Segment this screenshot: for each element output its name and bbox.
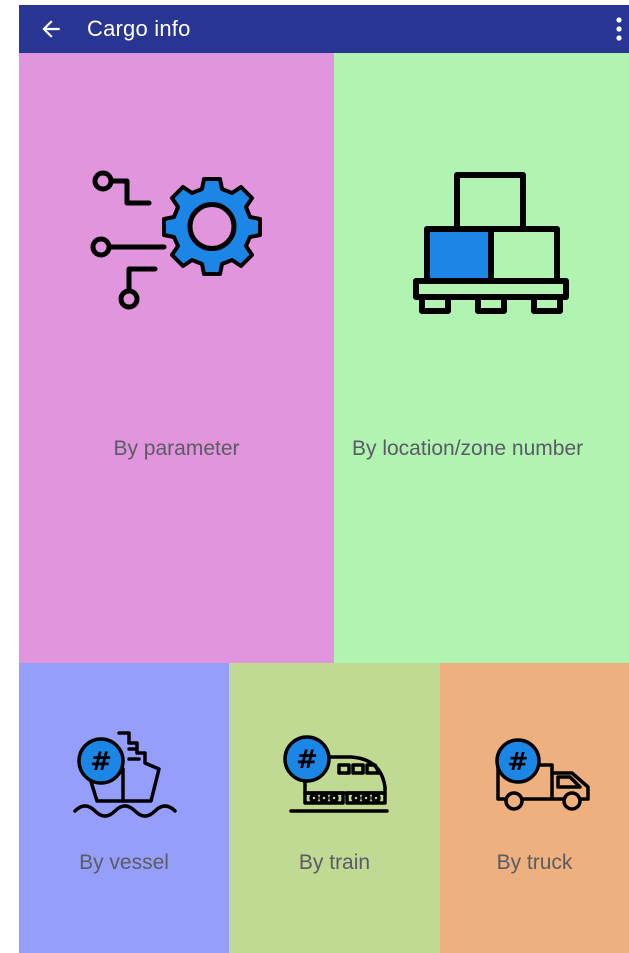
tile-label: By parameter: [113, 437, 240, 460]
page-title: Cargo info: [87, 16, 191, 41]
more-vert-icon: [616, 17, 622, 41]
tile-label: By location/zone number: [352, 437, 584, 460]
train-hash-icon: #: [283, 735, 389, 813]
ship-hash-icon: #: [73, 731, 177, 818]
back-button[interactable]: [35, 13, 67, 45]
tile-by-truck[interactable]: # By truck: [440, 663, 629, 953]
tile-by-vessel[interactable]: # By vessel: [19, 663, 229, 953]
cargo-info-screen: Cargo info By parameter By location/zone…: [19, 5, 629, 953]
hash-badge-text: #: [296, 745, 318, 775]
tile-by-parameter[interactable]: By parameter: [19, 53, 334, 663]
tile-label: By vessel: [79, 851, 169, 874]
gear-circuit-icon: [90, 170, 262, 310]
tile-label: By truck: [496, 851, 573, 874]
overflow-menu-button[interactable]: [611, 13, 627, 45]
tile-by-train[interactable]: # By train: [229, 663, 440, 953]
app-bar: Cargo info: [19, 5, 629, 53]
tile-by-location-zone[interactable]: By location/zone number: [334, 53, 629, 663]
pallet-boxes-icon: [413, 172, 569, 314]
hash-badge-text: #: [508, 747, 529, 776]
truck-hash-icon: #: [495, 738, 590, 811]
arrow-left-icon: [42, 20, 60, 38]
hash-badge-text: #: [90, 747, 112, 777]
tile-label: By train: [298, 851, 371, 874]
